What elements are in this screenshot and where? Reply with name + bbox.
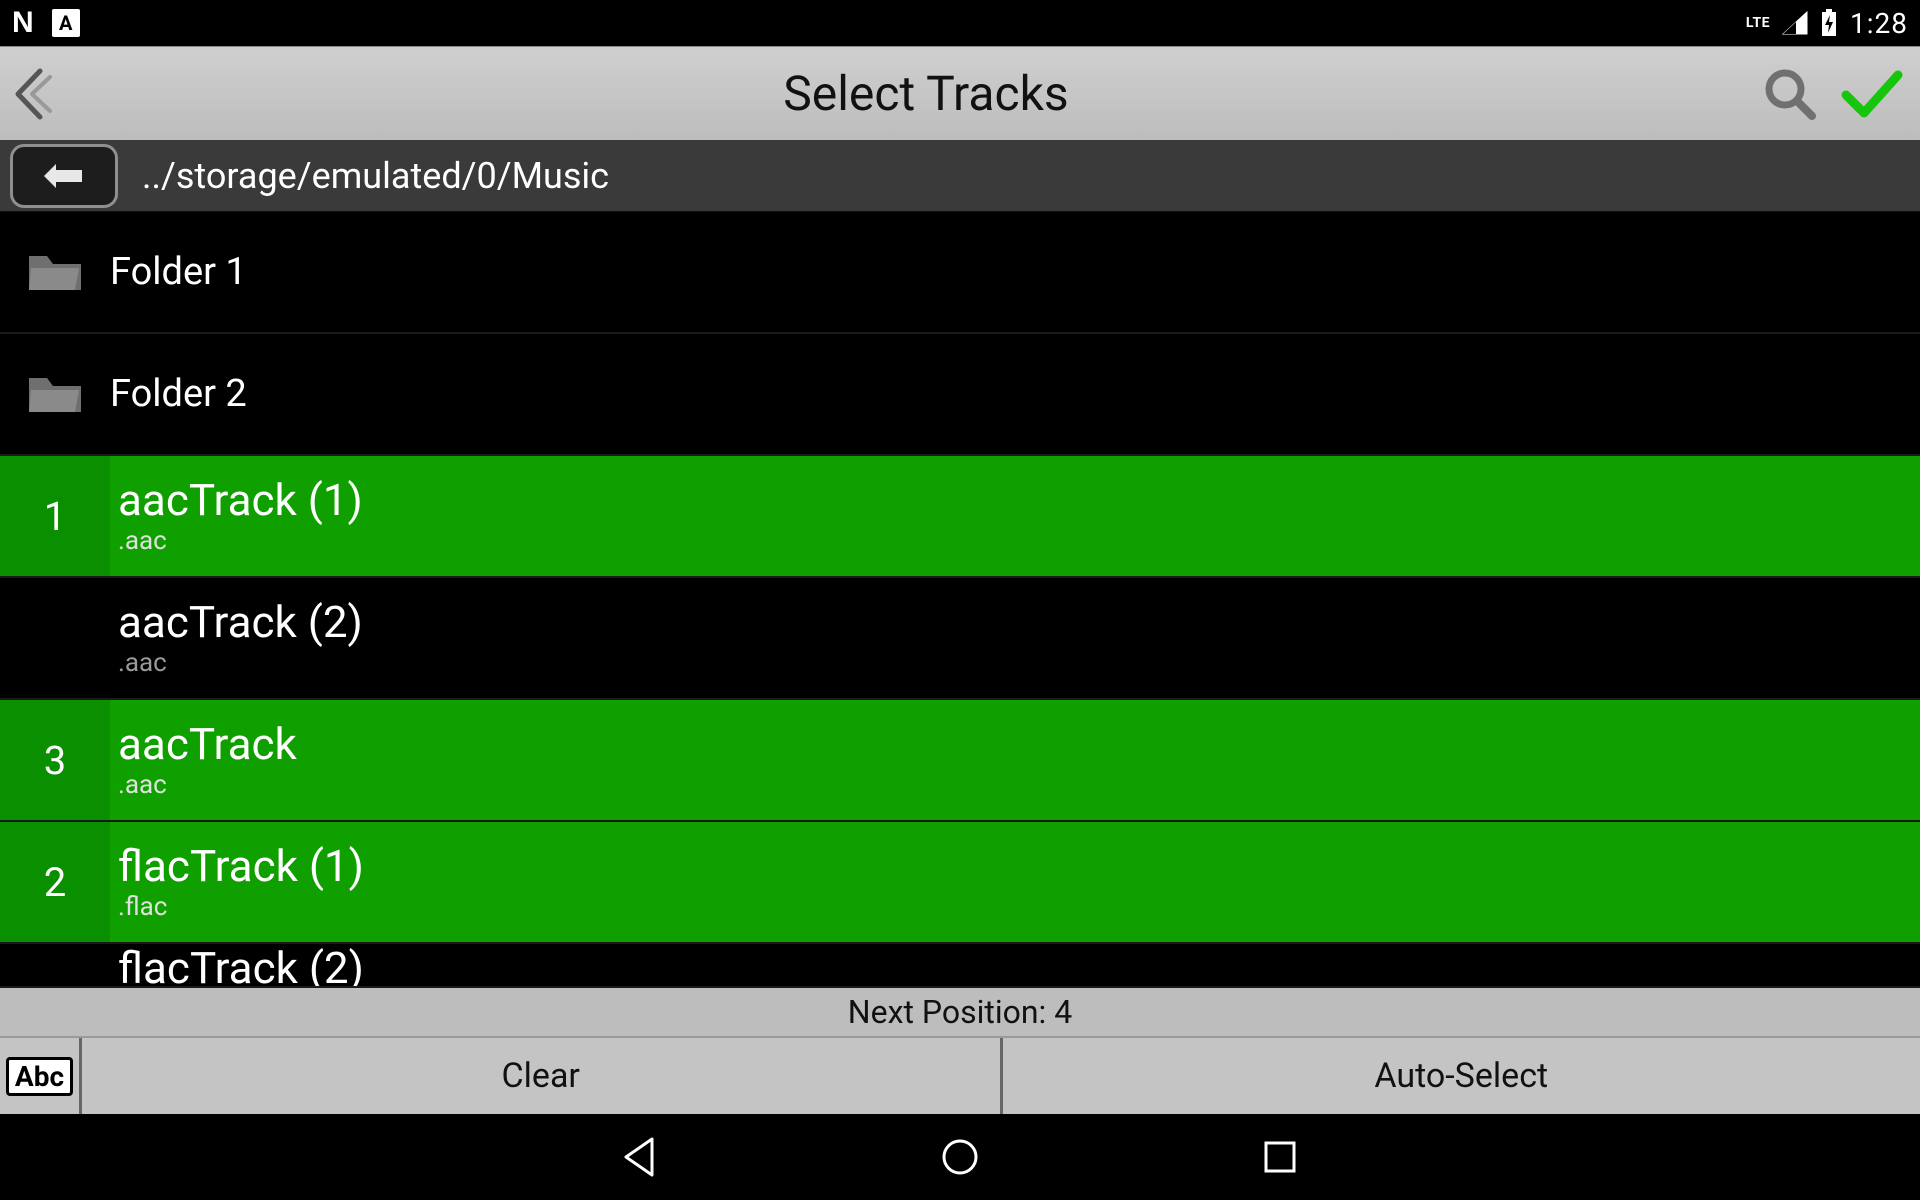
track-name: flacTrack (2) <box>118 944 1920 988</box>
bottom-button-bar: Abc Clear Auto-Select <box>0 1038 1920 1114</box>
path-bar: ../storage/emulated/0/Music <box>0 140 1920 212</box>
app-bar: Select Tracks <box>0 46 1920 140</box>
clear-button[interactable]: Clear <box>82 1038 1000 1114</box>
track-extension: .aac <box>118 770 1920 800</box>
file-list[interactable]: Folder 1Folder 21aacTrack (1).aacaacTrac… <box>0 212 1920 988</box>
folder-row[interactable]: Folder 2 <box>0 334 1920 456</box>
current-path: ../storage/emulated/0/Music <box>142 155 609 197</box>
confirm-check-icon[interactable] <box>1840 67 1904 121</box>
track-number: 2 <box>0 822 110 942</box>
track-number: 1 <box>0 456 110 576</box>
track-name: aacTrack (2) <box>118 598 1920 646</box>
track-extension: .aac <box>118 648 1920 678</box>
folder-label: Folder 1 <box>110 250 247 294</box>
lte-indicator: LTE <box>1746 15 1770 31</box>
track-name: aacTrack (1) <box>118 476 1920 524</box>
next-position-label: Next Position: 4 <box>0 988 1920 1038</box>
track-row[interactable]: aacTrack (2).aac <box>0 578 1920 700</box>
folder-icon <box>0 372 110 416</box>
folder-icon <box>0 250 110 294</box>
search-icon[interactable] <box>1762 66 1818 122</box>
track-row[interactable]: flacTrack (2).flac <box>0 944 1920 988</box>
track-extension: .flac <box>118 892 1920 922</box>
status-bar: N A LTE 1:28 <box>0 0 1920 46</box>
track-body: aacTrack (2).aac <box>110 578 1920 698</box>
app-a-icon: A <box>52 9 80 37</box>
back-icon[interactable] <box>10 65 56 123</box>
track-body: aacTrack (1).aac <box>110 456 1920 576</box>
nav-home-button[interactable] <box>930 1127 990 1187</box>
android-nav-bar <box>0 1114 1920 1200</box>
track-extension: .aac <box>118 526 1920 556</box>
track-body: aacTrack.aac <box>110 700 1920 820</box>
track-row[interactable]: 3aacTrack.aac <box>0 700 1920 822</box>
track-row[interactable]: 2flacTrack (1).flac <box>0 822 1920 944</box>
battery-charging-icon <box>1820 9 1838 37</box>
nav-recent-button[interactable] <box>1250 1127 1310 1187</box>
signal-icon <box>1782 11 1808 35</box>
abc-sort-button[interactable]: Abc <box>0 1038 82 1114</box>
track-name: flacTrack (1) <box>118 842 1920 890</box>
up-directory-button[interactable] <box>10 144 118 208</box>
track-number: 3 <box>0 700 110 820</box>
track-number <box>0 578 110 698</box>
nav-back-button[interactable] <box>610 1127 670 1187</box>
android-n-icon: N <box>12 6 34 40</box>
folder-row[interactable]: Folder 1 <box>0 212 1920 334</box>
folder-label: Folder 2 <box>110 372 247 416</box>
track-row[interactable]: 1aacTrack (1).aac <box>0 456 1920 578</box>
track-name: aacTrack <box>118 720 1920 768</box>
track-body: flacTrack (1).flac <box>110 822 1920 942</box>
abc-icon: Abc <box>6 1057 73 1096</box>
track-body: flacTrack (2).flac <box>110 944 1920 988</box>
auto-select-button[interactable]: Auto-Select <box>1000 1038 1920 1114</box>
page-title: Select Tracks <box>90 65 1762 122</box>
clock: 1:28 <box>1850 7 1908 40</box>
